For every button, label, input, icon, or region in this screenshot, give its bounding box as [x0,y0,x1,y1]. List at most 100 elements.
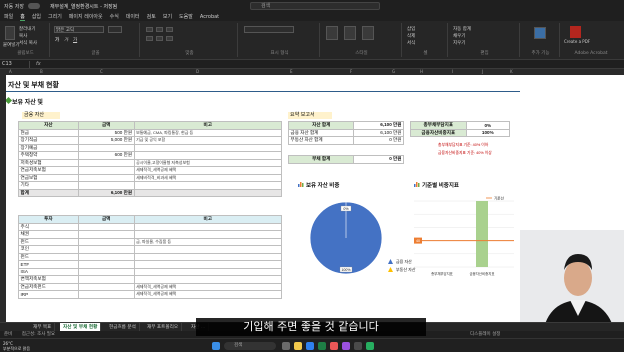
invest-amount-cell[interactable] [77,275,135,284]
format-cells-button[interactable]: 서식 [407,40,415,46]
invest-name-cell[interactable]: 코인 [18,245,79,254]
indicator-value-cell[interactable]: 100% [465,128,511,137]
bar-finance-ratio[interactable] [476,201,488,267]
menu-acrobat[interactable]: Acrobat [200,14,219,20]
bold-button[interactable]: 가 [55,37,59,43]
italic-button[interactable]: 가 [64,37,68,43]
autosum-button[interactable]: 자동 합계 [453,26,471,32]
asset-amount-cell[interactable] [77,181,135,190]
paste-button[interactable]: 붙여넣기 [3,42,20,48]
debt-label-cell[interactable]: 부채 합계 [287,155,355,164]
asset-name-cell[interactable]: 주택청약 [18,151,79,160]
table-format-icon[interactable] [344,26,356,40]
function-icon[interactable]: fx [36,61,41,67]
invest-amount-cell[interactable] [77,237,135,246]
invest-note-cell[interactable] [133,267,283,276]
summary-label-cell[interactable]: 부동산 자산 합계 [287,136,355,145]
menu-help[interactable]: 도움말 [179,13,193,20]
menu-data[interactable]: 데이터 [126,13,140,20]
menu-page-layout[interactable]: 페이지 레이아웃 [69,13,103,20]
invest-name-cell[interactable]: 주식 [18,222,79,231]
weather-widget[interactable]: 26°C 부분적으로 맑음 [3,341,30,351]
asset-note-cell[interactable]: 공시이율,고정이율형 저축성보험 [133,158,283,167]
menu-draw[interactable]: 그리기 [48,13,62,20]
invest-note-cell[interactable]: 금, 파실물, 수집품 등 [133,237,283,246]
number-format-select[interactable] [244,26,294,33]
asset-note-cell[interactable]: 세제적격_세액공제 혜택 [133,166,283,175]
asset-amount-cell[interactable] [77,158,135,167]
asset-name-cell[interactable]: 연금보험 [18,173,79,182]
invest-note-cell[interactable] [133,222,283,231]
worksheet[interactable]: 자산 및 부채 현황 보유 자산 및 금융 자산 자산 금액 비고 현금 500… [6,75,520,322]
asset-note-cell[interactable] [133,181,283,190]
invest-amount-cell[interactable] [77,290,135,299]
font-size-select[interactable] [108,26,122,33]
invest-name-cell[interactable]: 채권 [18,230,79,239]
asset-amount-cell[interactable] [77,173,135,182]
asset-amount-cell[interactable] [77,166,135,175]
app-icon[interactable] [330,342,338,350]
indicator-value-cell[interactable]: 0% [465,121,511,130]
asset-name-cell[interactable]: 장기예금 [18,143,79,152]
asset-pie-chart[interactable]: 0% 100% [294,190,412,282]
debt-value-cell[interactable]: 0 만원 [353,155,404,164]
asset-name-cell[interactable]: 연금저축보험 [18,166,79,175]
autosave-toggle[interactable] [28,3,40,9]
summary-value-cell[interactable]: 0 만원 [353,136,404,145]
total-label-cell[interactable]: 합계 [18,188,79,197]
asset-amount-cell[interactable]: 5,000 만원 [77,136,135,145]
invest-name-cell[interactable]: ISA [18,267,79,276]
invest-amount-cell[interactable] [77,282,135,291]
asset-name-cell[interactable]: 현금 [18,128,79,137]
delete-cells-button[interactable]: 삭제 [407,33,415,39]
invest-note-cell[interactable]: 세제적격_세액공제 혜택 [133,282,283,291]
invest-name-cell[interactable]: 펀드 [18,252,79,261]
invest-note-cell[interactable] [133,252,283,261]
asset-note-cell[interactable]: 세제비적격_비과세 혜택 [133,173,283,182]
create-pdf-button[interactable]: Create a PDF [564,39,592,45]
total-note-cell[interactable] [133,188,283,197]
invest-note-cell[interactable] [133,230,283,239]
app-icon[interactable] [354,342,362,350]
taskbar-search[interactable]: 검색 [224,342,276,350]
invest-note-cell[interactable] [133,245,283,254]
summary-label-cell[interactable]: 금융 자산 합계 [287,128,355,137]
invest-amount-cell[interactable] [77,245,135,254]
menu-file[interactable]: 파일 [4,13,13,20]
windows-start-icon[interactable] [212,342,220,350]
name-box[interactable]: C13 [0,61,30,68]
edge-icon[interactable] [306,342,314,350]
title-search-input[interactable]: 검색 [250,2,380,10]
invest-amount-cell[interactable] [77,267,135,276]
cut-button[interactable]: 잘라내기 [19,26,36,32]
invest-note-cell[interactable] [133,275,283,284]
align-left-icon[interactable] [146,36,153,41]
addins-icon[interactable] [534,27,546,39]
copy-button[interactable]: 복사 [19,33,27,39]
align-top-icon[interactable] [146,27,153,32]
app-icon[interactable] [366,342,374,350]
invest-name-cell[interactable]: ETF [18,260,79,269]
invest-amount-cell[interactable] [77,260,135,269]
indicator-label-cell[interactable]: 총부채부담지표 [410,121,467,130]
invest-name-cell[interactable]: IRP [18,290,79,299]
menu-insert[interactable]: 삽입 [32,13,41,20]
clear-button[interactable]: 지우기 [453,40,465,46]
total-amount-cell[interactable]: 6,100 만원 [77,188,135,197]
invest-name-cell[interactable]: 변액저축보험 [18,275,79,284]
asset-note-cell[interactable]: 기금 및 공익 포함 [133,136,283,145]
asset-amount-cell[interactable]: 500 만원 [77,128,135,137]
align-center-icon[interactable] [156,36,163,41]
asset-name-cell[interactable]: 장기적금 [18,136,79,145]
excel-icon[interactable] [318,342,326,350]
align-bottom-icon[interactable] [166,27,173,32]
asset-note-cell[interactable]: 보통예금, CMA, 파킹통장, 현금 등 [133,128,283,137]
conditional-format-icon[interactable] [326,26,338,40]
invest-amount-cell[interactable] [77,230,135,239]
invest-note-cell[interactable]: 세제적격_세액공제 혜택 [133,290,283,299]
asset-note-cell[interactable] [133,143,283,152]
invest-name-cell[interactable]: 펀드 [18,237,79,246]
invest-amount-cell[interactable] [77,252,135,261]
indicator-bar-chart[interactable]: 40 기준선 총부채부담지표 금융자산비중지표 [406,187,516,287]
invest-note-cell[interactable] [133,260,283,269]
